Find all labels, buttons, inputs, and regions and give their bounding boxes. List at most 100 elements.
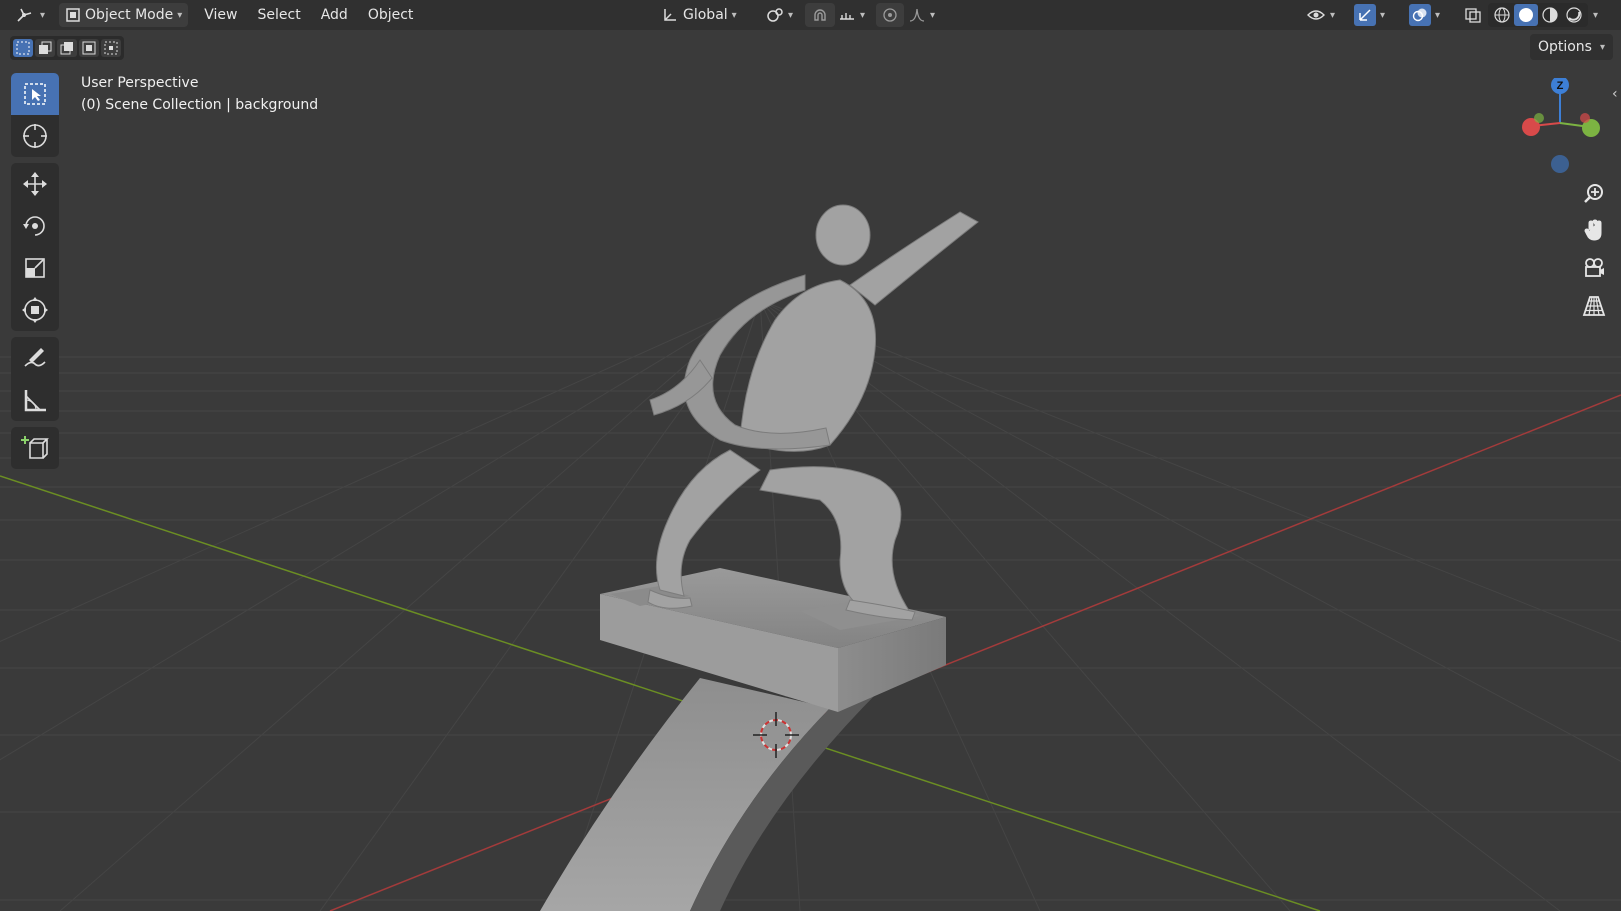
shading-mode-group	[1488, 3, 1588, 27]
gizmo-z-label: Z	[1557, 80, 1564, 92]
proportional-editing-toggle[interactable]	[876, 3, 904, 27]
orientation-axes-icon	[661, 7, 679, 23]
add-cube-tool[interactable]	[11, 427, 59, 469]
chevron-down-icon: ▾	[177, 9, 183, 21]
gizmo-neg-x-axis[interactable]	[1580, 113, 1590, 123]
select-subtract-icon[interactable]	[57, 39, 77, 57]
view-name: User Perspective	[81, 75, 199, 91]
visibility-dropdown[interactable]: ▾	[1300, 3, 1341, 27]
options-label: Options	[1537, 39, 1592, 55]
menu-view[interactable]: View	[194, 3, 247, 27]
options-dropdown[interactable]: Options ▾	[1529, 34, 1613, 60]
xray-toggle[interactable]	[1458, 3, 1488, 27]
statue-mesh	[647, 204, 979, 621]
menu-select[interactable]: Select	[248, 3, 311, 27]
snap-increment-icon	[838, 7, 856, 23]
move-tool[interactable]	[11, 163, 59, 205]
measure-icon	[21, 386, 49, 414]
editor-type-menu[interactable]: ▾	[10, 3, 51, 27]
select-new-icon[interactable]	[13, 39, 33, 57]
object-mode-icon	[65, 7, 81, 23]
sidebar-toggle-icon[interactable]: ‹	[1612, 86, 1618, 102]
navigation-gizmo[interactable]: Z	[1515, 76, 1621, 182]
chevron-down-icon: ▾	[1330, 9, 1336, 21]
shading-options-chevron-icon[interactable]: ▾	[1593, 10, 1598, 21]
eye-icon	[1306, 7, 1326, 23]
magnet-icon	[811, 7, 829, 23]
falloff-curve-icon	[908, 7, 926, 23]
tool-group-annotate	[11, 337, 59, 421]
mode-selector[interactable]: Object Mode ▾	[59, 3, 189, 27]
mode-label: Object Mode	[85, 7, 174, 23]
tool-group-transform	[11, 163, 59, 331]
annotate-tool[interactable]	[11, 337, 59, 379]
pivot-icon	[766, 7, 784, 23]
select-extend-icon[interactable]	[35, 39, 55, 57]
rotate-icon	[21, 212, 49, 240]
viewport-header: ▾ Object Mode ▾ View Select Add Object G…	[0, 0, 1621, 30]
chevron-down-icon: ▾	[731, 9, 737, 21]
cursor-tool[interactable]	[11, 115, 59, 157]
chevron-down-icon: ▾	[930, 9, 936, 21]
select-invert-icon[interactable]	[79, 39, 99, 57]
scale-icon	[21, 254, 49, 282]
menu-add[interactable]: Add	[311, 3, 358, 27]
rendered-shading-icon[interactable]	[1562, 6, 1586, 24]
xray-icon	[1464, 7, 1482, 23]
overlays-icon	[1409, 4, 1431, 26]
snap-target-dropdown[interactable]: ▾	[832, 3, 871, 27]
viewport-info: User Perspective (0) Scene Collection | …	[81, 72, 318, 116]
gizmo-icon	[1354, 4, 1376, 26]
scene-render	[0, 204, 1621, 911]
select-box-icon	[23, 82, 47, 106]
chevron-down-icon: ▾	[860, 9, 866, 21]
gizmo-toggle[interactable]: ▾	[1348, 3, 1391, 27]
transform-tool[interactable]	[11, 289, 59, 331]
select-intersect-icon[interactable]	[101, 39, 121, 57]
snap-toggle[interactable]	[805, 3, 835, 27]
annotate-icon	[21, 344, 49, 372]
add-cube-icon	[21, 434, 49, 462]
tool-shelf	[11, 73, 59, 475]
pan-button[interactable]	[1578, 214, 1610, 246]
gizmo-neg-z-axis[interactable]	[1551, 155, 1569, 173]
chevron-down-icon: ▾	[1380, 9, 1386, 21]
tool-group-select	[11, 73, 59, 157]
zoom-button[interactable]	[1578, 178, 1610, 210]
select-box-tool[interactable]	[11, 73, 59, 115]
overlays-toggle[interactable]: ▾	[1403, 3, 1446, 27]
camera-icon	[1582, 256, 1606, 280]
hand-icon	[1582, 218, 1606, 242]
selection-mode-group	[10, 36, 124, 60]
chevron-down-icon: ▾	[40, 9, 46, 21]
transform-icon	[21, 296, 49, 324]
editor-type-icon	[16, 7, 36, 23]
proportional-editing-icon	[882, 7, 898, 23]
falloff-dropdown[interactable]: ▾	[902, 3, 941, 27]
perspective-toggle-button[interactable]	[1578, 290, 1610, 322]
gizmo-neg-y-axis[interactable]	[1534, 113, 1544, 123]
x-axis-line	[329, 394, 1621, 911]
chevron-down-icon: ▾	[1435, 9, 1441, 21]
orientation-label: Global	[683, 7, 728, 23]
grid-perspective-icon	[1582, 294, 1606, 318]
wireframe-shading-icon[interactable]	[1490, 6, 1514, 24]
measure-tool[interactable]	[11, 379, 59, 421]
collection-info: (0) Scene Collection | background	[81, 97, 319, 113]
pivot-point-dropdown[interactable]: ▾	[760, 3, 799, 27]
camera-view-button[interactable]	[1578, 252, 1610, 284]
solid-shading-icon[interactable]	[1514, 4, 1538, 26]
cursor-icon	[21, 122, 49, 150]
transform-orientation-dropdown[interactable]: Global ▾	[655, 3, 743, 27]
move-icon	[21, 170, 49, 198]
scale-tool[interactable]	[11, 247, 59, 289]
rotate-tool[interactable]	[11, 205, 59, 247]
material-preview-shading-icon[interactable]	[1538, 6, 1562, 24]
chevron-down-icon: ▾	[1599, 41, 1605, 53]
axis-gizmo[interactable]: Z	[1515, 76, 1621, 178]
chevron-down-icon: ▾	[788, 9, 794, 21]
zoom-icon	[1582, 182, 1606, 206]
tool-group-add	[11, 427, 59, 469]
menu-object[interactable]: Object	[358, 3, 424, 27]
3d-viewport[interactable]	[0, 0, 1621, 911]
